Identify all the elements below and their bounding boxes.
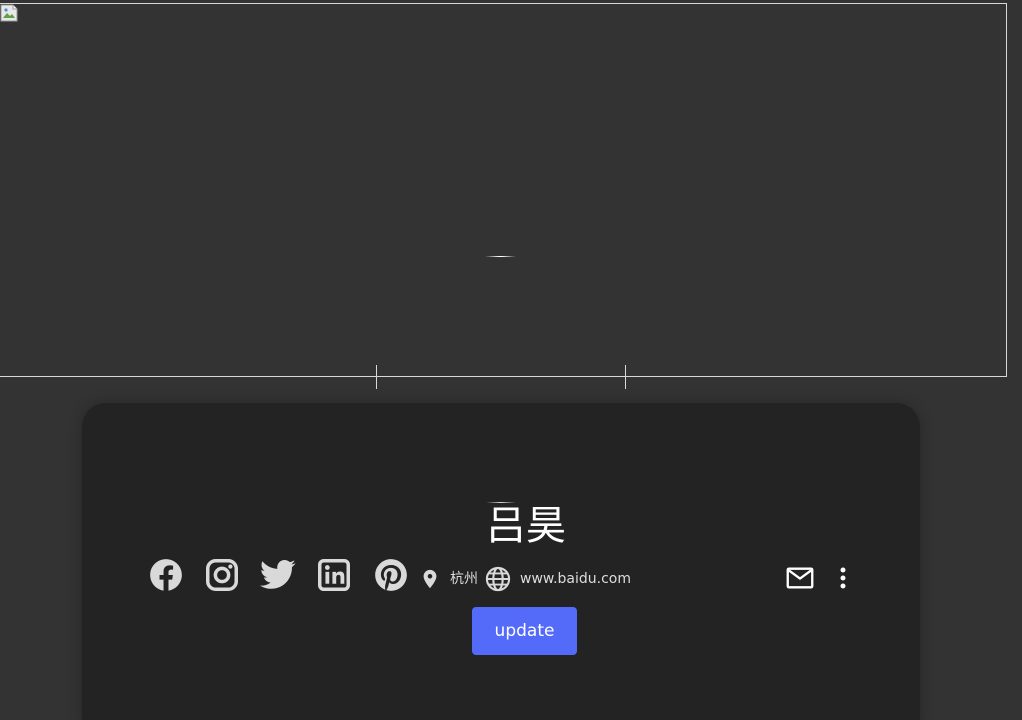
cover-decoration <box>485 256 516 257</box>
globe-icon <box>485 566 511 592</box>
profile-name: 吕昊 <box>486 503 566 549</box>
more-vertical-icon <box>840 567 846 589</box>
broken-image-icon <box>0 4 18 22</box>
facebook-link[interactable] <box>147 555 185 595</box>
linkedin-link[interactable] <box>315 555 353 595</box>
pinterest-icon <box>375 559 407 591</box>
location: 杭州 <box>419 565 478 593</box>
update-button[interactable]: update <box>472 607 577 655</box>
twitter-icon <box>259 559 296 589</box>
location-text: 杭州 <box>450 571 478 587</box>
location-pin-icon <box>423 569 437 589</box>
linkedin-icon <box>318 559 350 591</box>
instagram-link[interactable] <box>203 555 241 595</box>
mail-button[interactable] <box>786 565 814 591</box>
instagram-icon <box>206 559 238 591</box>
website-link[interactable]: www.baidu.com <box>520 565 631 593</box>
more-button[interactable] <box>832 565 854 591</box>
profile-page: 吕昊 杭州 www.baidu.com update <box>0 0 1022 720</box>
cover-resize-handle-right[interactable] <box>625 365 626 389</box>
facebook-icon <box>150 559 182 591</box>
cover-image <box>0 3 1007 377</box>
cover-resize-handle-left[interactable] <box>376 365 377 389</box>
twitter-link[interactable] <box>259 555 297 595</box>
website: www.baidu.com <box>484 565 631 593</box>
pinterest-link[interactable] <box>372 555 410 595</box>
mail-icon <box>786 567 814 589</box>
